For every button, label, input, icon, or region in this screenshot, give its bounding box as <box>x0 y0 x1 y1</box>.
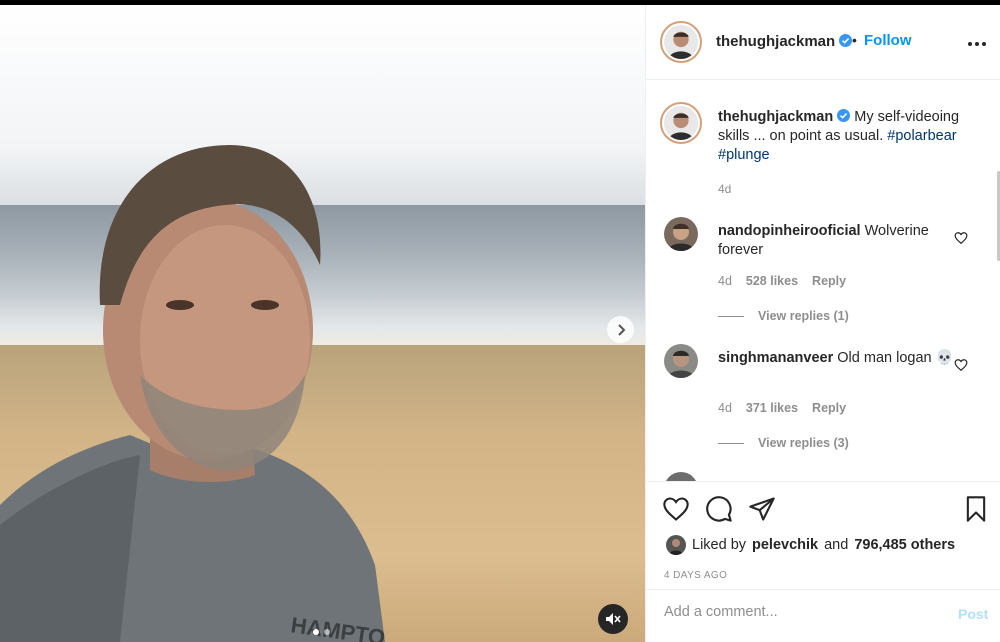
comment-username[interactable]: singhmananveer <box>718 350 833 366</box>
carousel-indicator <box>313 629 330 635</box>
post-media-video[interactable]: HAMPTO <box>0 5 645 642</box>
view-replies-label[interactable]: View replies (1) <box>758 309 849 323</box>
more-dot-icon <box>968 42 972 46</box>
post-details-panel: thehughjackman • Follow thehughjackman M… <box>645 5 1000 642</box>
more-dot-icon <box>975 42 979 46</box>
save-bookmark-icon[interactable] <box>962 495 990 523</box>
author-avatar[interactable] <box>660 21 702 63</box>
avatar-image <box>664 217 698 251</box>
comment-like-heart-icon[interactable] <box>954 231 968 245</box>
caption-time[interactable]: 4d <box>718 182 731 196</box>
author-username-text[interactable]: thehughjackman <box>716 33 835 50</box>
comment-body: Old man logan 💀 <box>837 350 954 366</box>
avatar-image <box>664 25 698 59</box>
carousel-dot <box>324 629 330 635</box>
liked-by-summary: Liked by pelevchik and 796,485 others <box>666 535 955 555</box>
replies-line <box>718 315 744 317</box>
caption-text: thehughjackman My self-videoing skills .… <box>718 108 983 165</box>
chevron-right-icon <box>617 323 625 336</box>
liked-by-user[interactable]: pelevchik <box>752 537 818 553</box>
comment-meta: 4d 371 likes Reply <box>718 401 846 415</box>
comment-username[interactable]: nandopinheirooficial <box>718 223 861 239</box>
view-replies-label[interactable]: View replies (3) <box>758 436 849 450</box>
hashtag-link[interactable]: #plunge <box>718 147 770 163</box>
avatar-image <box>664 106 698 140</box>
comments-list[interactable]: thehughjackman My self-videoing skills .… <box>646 81 1000 481</box>
commenter-avatar[interactable] <box>664 472 698 481</box>
comment-bubble-icon[interactable] <box>705 495 733 523</box>
caption-username[interactable]: thehughjackman <box>718 109 833 125</box>
comment-like-heart-icon[interactable] <box>954 358 968 372</box>
view-replies-button[interactable]: View replies (3) <box>718 436 849 450</box>
view-replies-button[interactable]: View replies (1) <box>718 309 849 323</box>
post-actions: Liked by pelevchik and 796,485 others 4 … <box>646 481 1000 641</box>
mute-toggle-button[interactable] <box>598 604 628 634</box>
post-comment-button[interactable]: Post <box>958 606 988 622</box>
verified-badge-icon <box>839 34 853 47</box>
carousel-next-button[interactable] <box>607 316 634 343</box>
liked-by-conj: and <box>824 537 849 553</box>
more-options-button[interactable] <box>968 42 986 46</box>
comment-text: nandopinheirooficial Wolverine forever <box>718 222 958 260</box>
replies-line <box>718 442 744 444</box>
liked-by-prefix: Liked by <box>692 537 747 553</box>
commenter-avatar[interactable] <box>664 217 698 251</box>
avatar-image <box>664 472 698 481</box>
speaker-muted-icon <box>606 613 621 625</box>
post-header: thehughjackman • Follow <box>646 5 1000 80</box>
more-dot-icon <box>982 42 986 46</box>
commenter-avatar[interactable] <box>664 344 698 378</box>
hashtag-link[interactable]: #polarbear <box>887 128 956 144</box>
liked-by-others[interactable]: 796,485 others <box>854 537 955 553</box>
caption-avatar[interactable] <box>660 102 702 144</box>
add-comment-bar: Post <box>646 589 1000 642</box>
comment-meta: 4d 528 likes Reply <box>718 274 846 288</box>
comment-time[interactable]: 4d <box>718 401 732 415</box>
avatar-image <box>664 344 698 378</box>
comment-time[interactable]: 4d <box>718 274 732 288</box>
add-comment-input[interactable] <box>664 604 924 620</box>
follow-button[interactable]: Follow <box>864 32 912 49</box>
liker-avatar[interactable] <box>666 535 686 555</box>
share-paper-plane-icon[interactable] <box>748 495 776 523</box>
comment-reply-button[interactable]: Reply <box>812 401 846 415</box>
comment-likes[interactable]: 528 likes <box>746 274 798 288</box>
comment-likes[interactable]: 371 likes <box>746 401 798 415</box>
carousel-dot-active <box>313 629 319 635</box>
comment-text: singhmananveer Old man logan 💀 <box>718 349 958 368</box>
header-separator: • <box>852 32 857 48</box>
author-username[interactable]: thehughjackman <box>716 33 853 50</box>
comment-reply-button[interactable]: Reply <box>812 274 846 288</box>
verified-badge-icon <box>837 109 851 122</box>
like-heart-icon[interactable] <box>662 495 690 523</box>
post-age[interactable]: 4 DAYS AGO <box>664 570 727 581</box>
media-person: HAMPTO <box>0 145 387 642</box>
